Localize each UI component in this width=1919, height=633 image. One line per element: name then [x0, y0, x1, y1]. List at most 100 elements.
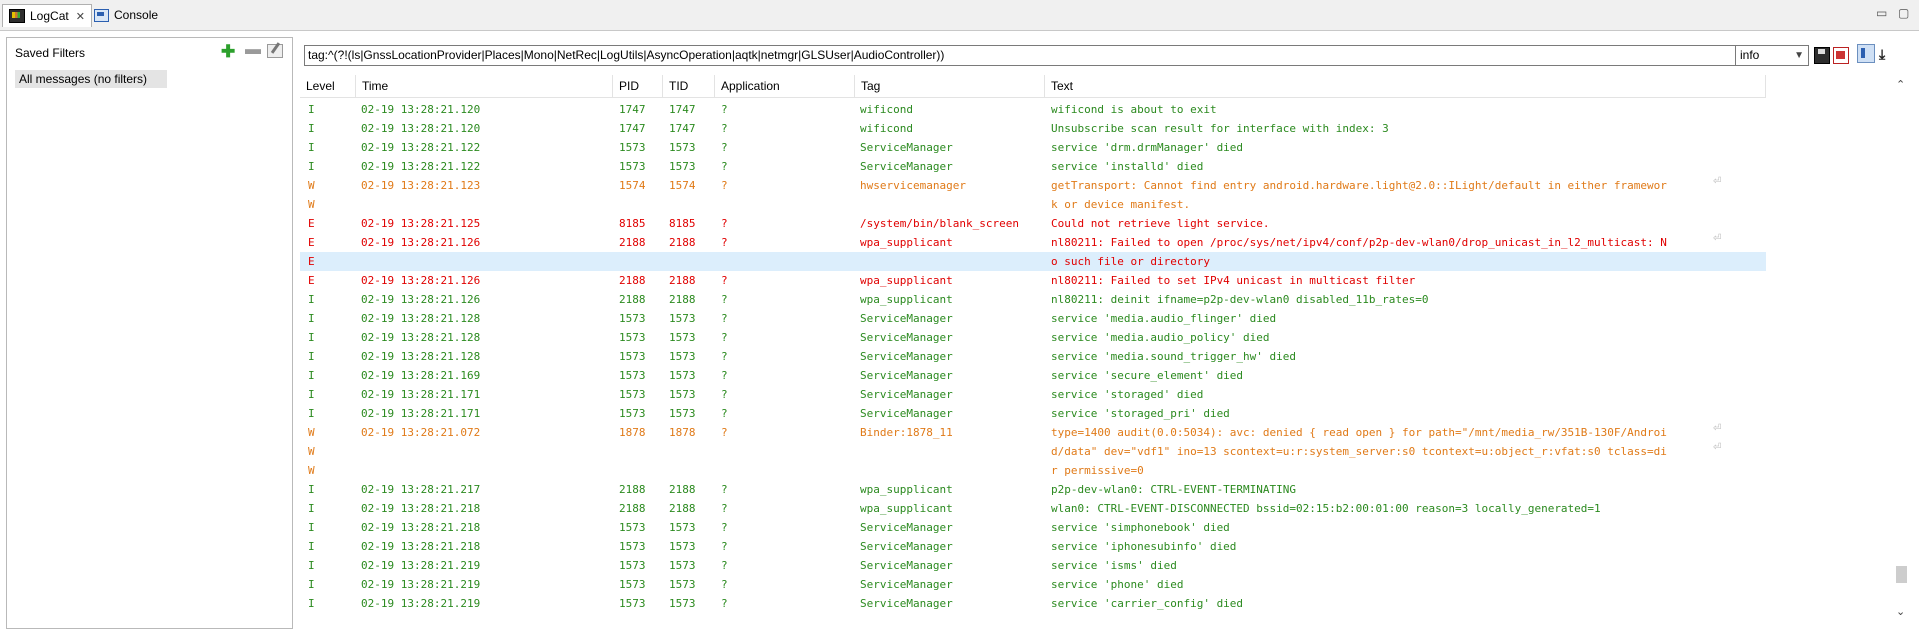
- cell-tid: 2188: [669, 274, 696, 287]
- table-row[interactable]: I 02-19 13:28:21.128 1573 1573? ServiceManag…: [300, 328, 1766, 347]
- table-row[interactable]: I 02-19 13:28:21.217 2188 2188? wpa_supplica…: [300, 480, 1766, 499]
- table-row[interactable]: E 02-19 13:28:21.126 2188 2188? wpa_supplica…: [300, 271, 1766, 290]
- add-filter-icon[interactable]: ✚: [221, 42, 235, 62]
- scroll-up-icon[interactable]: ⌃: [1896, 78, 1905, 91]
- table-row[interactable]: I 02-19 13:28:21.126 2188 2188? wpa_supplica…: [300, 290, 1766, 309]
- cell-tid: 8185: [669, 217, 696, 230]
- cell-time: 02-19 13:28:21.125: [361, 217, 481, 230]
- col-time-header[interactable]: Time: [356, 75, 613, 97]
- cell-application: ?: [721, 179, 728, 192]
- cell-application: ?: [721, 559, 728, 572]
- cell-time: 02-19 13:28:21.120: [361, 122, 481, 135]
- save-icon[interactable]: [1814, 47, 1830, 64]
- col-application-header[interactable]: Application: [715, 75, 855, 97]
- cell-tag: ServiceManager: [860, 559, 953, 572]
- cell-text: service 'media.audio_flinger' died: [1051, 312, 1277, 325]
- table-row[interactable]: I 02-19 13:28:21.218 1573 1573? ServiceManag…: [300, 537, 1766, 556]
- cell-text: k or device manifest.: [1051, 198, 1191, 211]
- cell-time: 02-19 13:28:21.219: [361, 578, 481, 591]
- col-tag-header[interactable]: Tag: [855, 75, 1045, 97]
- view-tab-bar: LogCat ✕ Console ▭ ▢: [0, 0, 1919, 31]
- cell-pid: 8185: [619, 217, 646, 230]
- cell-tid: 1573: [669, 559, 696, 572]
- clear-log-icon[interactable]: [1833, 47, 1849, 64]
- scroll-down-icon[interactable]: ⌄: [1896, 605, 1905, 618]
- table-row[interactable]: I 02-19 13:28:21.122 1573 1573? ServiceManag…: [300, 157, 1766, 176]
- col-text-header[interactable]: Text: [1045, 75, 1766, 97]
- cell-application: ?: [721, 597, 728, 610]
- cell-tag: ServiceManager: [860, 312, 953, 325]
- table-row[interactable]: I 02-19 13:28:21.219 1573 1573? ServiceManag…: [300, 594, 1766, 613]
- scrollbar-thumb[interactable]: [1896, 566, 1907, 583]
- toggle-filters-panel-icon[interactable]: [1857, 44, 1875, 63]
- col-level-header[interactable]: Level: [300, 75, 356, 97]
- cell-tid: 2188: [669, 502, 696, 515]
- cell-tag: ServiceManager: [860, 597, 953, 610]
- table-row[interactable]: Eo such file or directory: [300, 252, 1766, 271]
- cell-pid: 2188: [619, 236, 646, 249]
- table-row[interactable]: I 02-19 13:28:21.171 1573 1573? ServiceManag…: [300, 385, 1766, 404]
- cell-time: 02-19 13:28:21.126: [361, 274, 481, 287]
- cell-pid: 1573: [619, 331, 646, 344]
- table-row[interactable]: Wr permissive=0: [300, 461, 1766, 480]
- maximize-icon[interactable]: ▢: [1898, 6, 1909, 20]
- cell-application: ?: [721, 141, 728, 154]
- cell-pid: 1573: [619, 160, 646, 173]
- cell-level: I: [308, 502, 315, 515]
- cell-level: I: [308, 103, 315, 116]
- edit-filter-icon[interactable]: [267, 44, 283, 58]
- cell-pid: 2188: [619, 293, 646, 306]
- table-row[interactable]: I 02-19 13:28:21.219 1573 1573? ServiceManag…: [300, 556, 1766, 575]
- col-pid-header[interactable]: PID: [613, 75, 663, 97]
- table-row[interactable]: I 02-19 13:28:21.128 1573 1573? ServiceManag…: [300, 347, 1766, 366]
- cell-tag: ServiceManager: [860, 160, 953, 173]
- table-row[interactable]: I 02-19 13:28:21.218 2188 2188? wpa_supplica…: [300, 499, 1766, 518]
- cell-application: ?: [721, 103, 728, 116]
- cell-tag: wpa_supplicant: [860, 502, 953, 515]
- col-tid-header[interactable]: TID: [663, 75, 715, 97]
- table-row[interactable]: E 02-19 13:28:21.125 8185 8185? /system/bin/…: [300, 214, 1766, 233]
- table-row[interactable]: E 02-19 13:28:21.126 2188 2188? wpa_supplica…: [300, 233, 1766, 252]
- table-row[interactable]: I 02-19 13:28:21.128 1573 1573? ServiceManag…: [300, 309, 1766, 328]
- cell-application: ?: [721, 483, 728, 496]
- saved-filters-title: Saved Filters: [15, 46, 86, 60]
- table-row[interactable]: I 02-19 13:28:21.122 1573 1573? ServiceManag…: [300, 138, 1766, 157]
- cell-text: wificond is about to exit: [1051, 103, 1217, 116]
- cell-application: ?: [721, 293, 728, 306]
- minimize-icon[interactable]: ▭: [1876, 6, 1887, 20]
- table-row[interactable]: I 02-19 13:28:21.219 1573 1573? ServiceManag…: [300, 575, 1766, 594]
- log-level-select[interactable]: info ▼: [1735, 45, 1809, 66]
- line-wrap-icon: ⏎: [1713, 176, 1722, 187]
- table-row[interactable]: I 02-19 13:28:21.120 1747 1747? wificond wifi…: [300, 100, 1766, 119]
- table-row[interactable]: I 02-19 13:28:21.171 1573 1573? ServiceManag…: [300, 404, 1766, 423]
- table-row[interactable]: W 02-19 13:28:21.123 1574 1574? hwserviceman…: [300, 176, 1766, 195]
- table-row[interactable]: W 02-19 13:28:21.072 1878 1878? Binder:1878_…: [300, 423, 1766, 442]
- tab-console[interactable]: Console: [88, 4, 164, 26]
- cell-text: service 'secure_element' died: [1051, 369, 1244, 382]
- search-input[interactable]: tag:^(?!(ls|GnssLocationProvider|Places|…: [304, 45, 1738, 66]
- line-wrap-icon: ⏎: [1713, 442, 1722, 453]
- cell-text: o such file or directory: [1051, 255, 1210, 268]
- cell-text: service 'phone' died: [1051, 578, 1184, 591]
- table-row[interactable]: Wk or device manifest.: [300, 195, 1766, 214]
- table-row[interactable]: I 02-19 13:28:21.120 1747 1747? wificond Unsu…: [300, 119, 1766, 138]
- remove-filter-icon[interactable]: ▬: [245, 41, 261, 59]
- table-row[interactable]: I 02-19 13:28:21.218 1573 1573? ServiceManag…: [300, 518, 1766, 537]
- vertical-scrollbar[interactable]: ⌃ ⌄: [1893, 78, 1910, 626]
- filter-item-all-messages[interactable]: All messages (no filters): [15, 70, 167, 88]
- tab-logcat[interactable]: LogCat ✕: [2, 4, 92, 27]
- cell-time: 02-19 13:28:21.128: [361, 350, 481, 363]
- table-row[interactable]: I 02-19 13:28:21.169 1573 1573? ServiceManag…: [300, 366, 1766, 385]
- cell-level: W: [308, 198, 315, 211]
- scroll-lock-icon[interactable]: ⤓: [1879, 47, 1893, 62]
- cell-level: E: [308, 255, 315, 268]
- close-icon[interactable]: ✕: [76, 10, 85, 23]
- cell-tid: 1573: [669, 141, 696, 154]
- table-row[interactable]: Wd/data" dev="vdf1" ino=13 scontext=u:r:…: [300, 442, 1766, 461]
- cell-pid: 1573: [619, 312, 646, 325]
- cell-tag: hwservicemanager: [860, 179, 966, 192]
- cell-tag: ServiceManager: [860, 578, 953, 591]
- cell-level: W: [308, 445, 315, 458]
- cell-tid: 1573: [669, 407, 696, 420]
- cell-level: I: [308, 369, 315, 382]
